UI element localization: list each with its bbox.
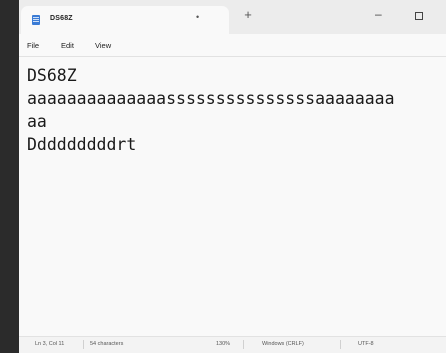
status-divider: [243, 340, 244, 349]
menu-bar: File Edit View: [19, 34, 446, 57]
tab-document[interactable]: DS68Z •: [21, 6, 229, 34]
menu-edit[interactable]: Edit: [61, 41, 74, 50]
status-bar: Ln 3, Col 11 54 characters 130% Windows …: [19, 336, 446, 353]
line-ending[interactable]: Windows (CRLF): [262, 341, 304, 347]
maximize-button[interactable]: [415, 12, 423, 20]
zoom-level[interactable]: 130%: [216, 341, 230, 347]
editor-line-2: aaaaaaaaaaaaaasssssssssssssssaaaaaaaa: [27, 89, 395, 108]
editor-line-1: DS68Z: [27, 66, 77, 85]
tab-title: DS68Z: [50, 15, 73, 22]
status-divider: [340, 340, 341, 349]
new-tab-button[interactable]: +: [240, 8, 256, 22]
menu-file[interactable]: File: [27, 41, 39, 50]
text-editor[interactable]: DS68Z aaaaaaaaaaaaaasssssssssssssssaaaaa…: [19, 57, 446, 327]
notepad-window: DS68Z • + – File Edit View DS68Z aaaaaaa…: [19, 0, 446, 353]
character-count: 54 characters: [90, 341, 124, 347]
title-bar: DS68Z • + –: [19, 0, 446, 34]
editor-line-4: Dddddddddrt: [27, 135, 137, 154]
editor-line-3: aa: [27, 112, 47, 131]
unsaved-indicator[interactable]: •: [196, 12, 199, 22]
encoding[interactable]: UTF-8: [358, 341, 374, 347]
minimize-button[interactable]: –: [375, 7, 382, 21]
status-divider: [83, 340, 84, 349]
notepad-icon: [32, 15, 40, 25]
cursor-position: Ln 3, Col 11: [35, 341, 65, 347]
menu-view[interactable]: View: [95, 41, 111, 50]
